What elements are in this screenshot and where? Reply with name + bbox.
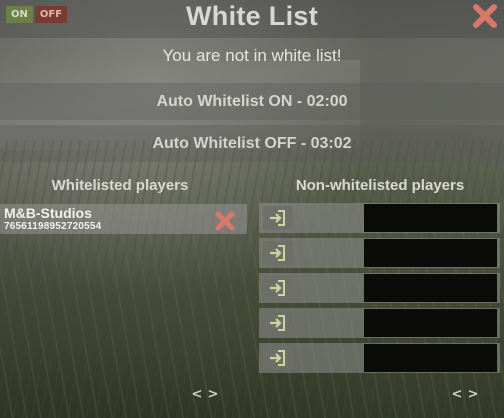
add-to-whitelist-icon	[270, 245, 285, 261]
add-to-whitelist-icon	[270, 280, 285, 296]
player-name-redacted	[364, 344, 497, 372]
auto-whitelist-on-label: Auto Whitelist ON - 02:00	[156, 93, 348, 110]
whitelisted-next-button[interactable]: >	[205, 387, 221, 402]
non-whitelisted-row	[259, 203, 500, 233]
non-whitelisted-pager: < >	[449, 387, 481, 402]
player-name-redacted	[364, 309, 497, 337]
add-to-whitelist-button[interactable]	[263, 311, 293, 335]
add-to-whitelist-button[interactable]	[263, 206, 293, 230]
whitelisted-heading: Whitelisted players	[51, 177, 189, 194]
remove-player-button[interactable]	[214, 210, 236, 232]
close-icon	[473, 4, 497, 28]
add-to-whitelist-button[interactable]	[263, 276, 293, 300]
auto-whitelist-off-label: Auto Whitelist OFF - 03:02	[152, 135, 352, 152]
remove-icon	[215, 211, 235, 231]
non-whitelisted-row	[259, 238, 500, 268]
close-button[interactable]	[472, 3, 498, 29]
player-steam-id: 76561198952720554	[4, 221, 102, 232]
add-to-whitelist-icon	[270, 315, 285, 331]
auto-whitelist-off-bar: Auto Whitelist OFF - 03:02	[0, 125, 504, 162]
player-name: M&B-Studios	[4, 205, 92, 221]
status-message: You are not in white list!	[162, 46, 342, 65]
whitelisted-player-row: M&B-Studios 76561198952720554	[0, 204, 247, 234]
non-whitelisted-row	[259, 343, 500, 373]
page-title: White List	[186, 1, 318, 31]
non-whitelisted-next-button[interactable]: >	[465, 387, 481, 402]
player-name-redacted	[364, 274, 497, 302]
non-whitelisted-row	[259, 273, 500, 303]
auto-whitelist-on-bar: Auto Whitelist ON - 02:00	[0, 83, 504, 120]
non-whitelisted-prev-button[interactable]: <	[449, 387, 465, 402]
add-to-whitelist-icon	[270, 210, 285, 226]
non-whitelisted-row	[259, 308, 500, 338]
add-to-whitelist-button[interactable]	[263, 241, 293, 265]
whitelisted-pager: < >	[189, 387, 221, 402]
add-to-whitelist-button[interactable]	[263, 346, 293, 370]
whitelisted-prev-button[interactable]: <	[189, 387, 205, 402]
player-name-redacted	[364, 239, 497, 267]
add-to-whitelist-icon	[270, 350, 285, 366]
non-whitelisted-heading: Non-whitelisted players	[295, 177, 465, 194]
player-name-redacted	[364, 204, 497, 232]
